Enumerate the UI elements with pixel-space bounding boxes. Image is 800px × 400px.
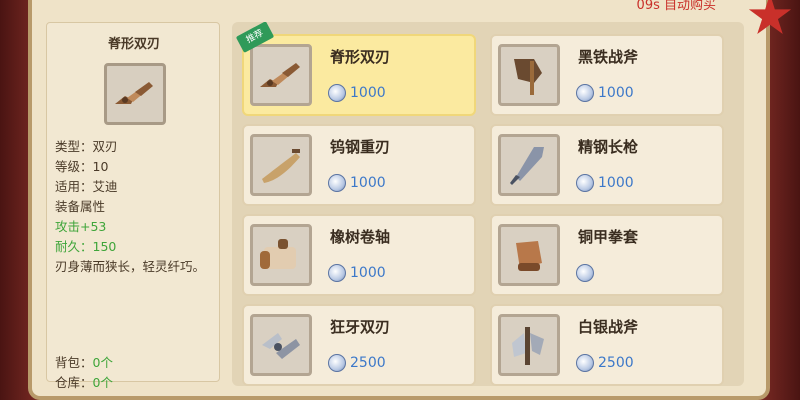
shop-item-card[interactable]: 钨钢重刃 1000 bbox=[242, 124, 476, 206]
storage-value: 0个 bbox=[92, 375, 113, 390]
item-price: 1000 bbox=[328, 84, 386, 102]
item-thumbnail bbox=[250, 44, 312, 106]
shop-item-card[interactable]: 精钢长枪 1000 bbox=[490, 124, 724, 206]
item-price-value: 1000 bbox=[350, 175, 386, 191]
fang-twin-blade-icon bbox=[262, 333, 300, 359]
item-price: 1000 bbox=[328, 264, 386, 282]
item-price: 2500 bbox=[576, 354, 634, 372]
detail-level: 等级：10 bbox=[55, 159, 109, 174]
storage-label: 仓库： bbox=[55, 375, 93, 390]
twin-blade-icon bbox=[260, 63, 300, 87]
detail-attack: 攻击+53 bbox=[55, 219, 107, 234]
silver-axe-icon bbox=[512, 327, 544, 365]
detail-stats: 类型：双刃 等级：10 适用：艾迪 装备属性 攻击+53 耐久：150 刃身薄而… bbox=[55, 137, 215, 277]
item-detail-panel: 脊形双刃 类型：双刃 等级：10 适用：艾迪 装备属性 攻击+53 耐久：150… bbox=[46, 22, 220, 390]
silver-coin-icon bbox=[576, 174, 594, 192]
shop-item-card[interactable]: 推荐 脊形双刃 1000 bbox=[235, 22, 476, 116]
shop-item-card[interactable]: 铜甲拳套 bbox=[490, 214, 724, 296]
tungsten-heavy-blade-icon bbox=[262, 149, 300, 183]
storage-count-row: 仓库：0个 bbox=[55, 373, 215, 393]
silver-coin-icon bbox=[328, 354, 346, 372]
shop-item-card[interactable]: 狂牙双刃 2500 bbox=[242, 304, 476, 386]
item-name: 铜甲拳套 bbox=[578, 228, 639, 246]
detail-title: 脊形双刃 bbox=[107, 37, 160, 52]
item-price: 1000 bbox=[328, 174, 386, 192]
item-name: 精钢长枪 bbox=[578, 138, 639, 156]
bronze-gauntlet-icon bbox=[516, 241, 542, 271]
item-price-value: 1000 bbox=[350, 265, 386, 281]
shop-item-grid[interactable]: 推荐 脊形双刃 1000 黑铁战斧 1000 钨钢重刃 1000 精钢长枪 10… bbox=[232, 22, 744, 386]
detail-inventory: 背包：0个 仓库：0个 bbox=[55, 353, 215, 393]
item-price: 2500 bbox=[328, 354, 386, 372]
silver-coin-icon bbox=[576, 84, 594, 102]
oak-scroll-icon bbox=[260, 239, 296, 269]
item-price-value: 1000 bbox=[598, 85, 634, 101]
silver-coin-icon bbox=[576, 264, 594, 282]
item-price-value: 1000 bbox=[598, 175, 634, 191]
shop-item-card[interactable]: 橡树卷轴 1000 bbox=[242, 214, 476, 296]
item-price-value: 1000 bbox=[350, 85, 386, 101]
auto-buy-timer[interactable]: 09s 自动购买 bbox=[637, 0, 716, 13]
item-price-value: 2500 bbox=[350, 355, 386, 371]
item-name: 狂牙双刃 bbox=[330, 318, 391, 336]
detail-item-icon bbox=[104, 63, 166, 125]
item-name: 白银战斧 bbox=[578, 318, 639, 336]
detail-type: 类型：双刃 bbox=[55, 139, 118, 154]
item-name: 橡树卷轴 bbox=[330, 228, 391, 246]
item-thumbnail bbox=[498, 44, 560, 106]
silver-coin-icon bbox=[328, 264, 346, 282]
black-iron-axe-icon bbox=[514, 59, 542, 95]
shop-item-card[interactable]: 黑铁战斧 1000 bbox=[490, 34, 724, 116]
item-price bbox=[576, 264, 598, 282]
silver-coin-icon bbox=[328, 174, 346, 192]
twin-blade-icon bbox=[115, 82, 153, 104]
item-name: 钨钢重刃 bbox=[330, 138, 391, 156]
item-thumbnail bbox=[250, 224, 312, 286]
item-name: 脊形双刃 bbox=[330, 48, 391, 66]
detail-attr-header: 装备属性 bbox=[55, 199, 106, 214]
item-thumbnail bbox=[498, 134, 560, 196]
item-price: 1000 bbox=[576, 174, 634, 192]
shop-item-card[interactable]: 白银战斧 2500 bbox=[490, 304, 724, 386]
detail-for: 适用：艾迪 bbox=[55, 179, 118, 194]
bag-count-row: 背包：0个 bbox=[55, 353, 215, 373]
bag-value: 0个 bbox=[92, 355, 113, 370]
bag-label: 背包： bbox=[55, 355, 93, 370]
item-thumbnail bbox=[498, 224, 560, 286]
silver-coin-icon bbox=[576, 354, 594, 372]
detail-durability: 耐久：150 bbox=[55, 239, 117, 254]
item-thumbnail bbox=[498, 314, 560, 376]
detail-description: 刃身薄而狭长，轻灵纤巧。 bbox=[55, 259, 206, 274]
item-price: 1000 bbox=[576, 84, 634, 102]
item-name: 黑铁战斧 bbox=[578, 48, 639, 66]
silver-coin-icon bbox=[328, 84, 346, 102]
steel-spear-icon bbox=[510, 147, 544, 185]
item-thumbnail bbox=[250, 314, 312, 376]
item-price-value: 2500 bbox=[598, 355, 634, 371]
item-thumbnail bbox=[250, 134, 312, 196]
